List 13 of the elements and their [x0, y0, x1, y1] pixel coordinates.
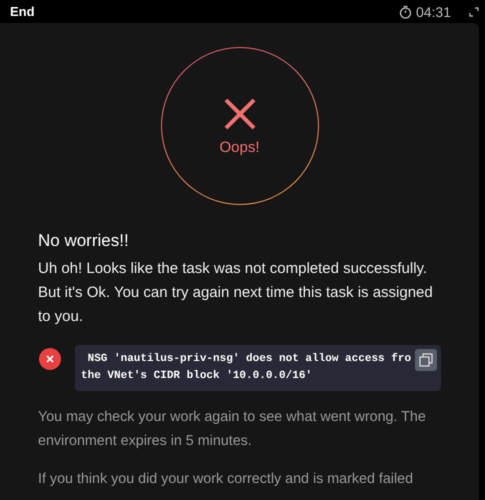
- expand-icon[interactable]: [469, 6, 479, 16]
- result-label: Oops!: [219, 138, 260, 156]
- timer: 04:31: [416, 4, 451, 20]
- stopwatch-icon: [398, 4, 412, 18]
- copy-icon: [419, 353, 433, 367]
- note: If you think you did your work correctly and is marked failed: [38, 470, 414, 489]
- heading: No worries!!: [38, 231, 130, 251]
- note: You may check your work again to see what went wrong. The environment expires in 5 minutes.: [38, 408, 427, 451]
- copy-button[interactable]: [415, 349, 437, 371]
- message: Uh oh! Looks like the task was not completed successfully. But it's Ok. You can try again next time this task is assigned to you.: [38, 259, 434, 327]
- error-code-block: NSG 'nautilus-priv-nsg' does not allow access fro the VNet's CIDR block '10.0.0.0/16': [75, 345, 441, 391]
- cross-icon: [222, 96, 256, 130]
- error-icon: [38, 347, 62, 371]
